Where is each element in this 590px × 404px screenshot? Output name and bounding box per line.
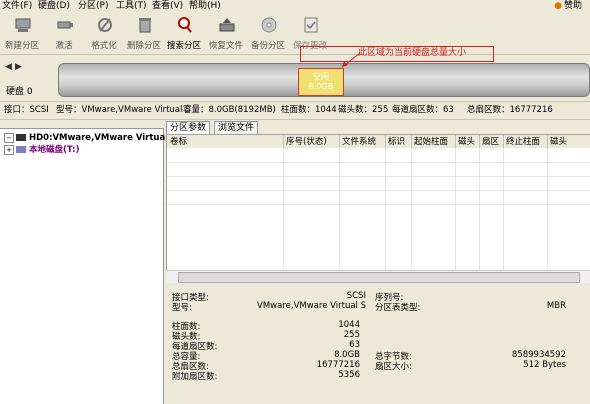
col-end-head[interactable]: 磁头 <box>547 135 590 149</box>
drive-icon <box>16 146 26 153</box>
format-button[interactable]: 格式化 <box>84 14 124 52</box>
detail-value: MBR <box>546 301 566 311</box>
detail-value: 8589934592 <box>511 350 566 360</box>
format-icon <box>98 18 112 32</box>
expand-icon[interactable]: + <box>4 144 14 155</box>
col-start-head[interactable]: 磁头 <box>455 135 480 149</box>
activate-button[interactable]: 激活 <box>44 14 84 52</box>
donate-icon: ● <box>554 1 562 11</box>
detail-value: 5356 <box>338 370 360 380</box>
disk-details-panel: 接口类型: SCSI 型号: VMware,VMware Virtual S 柱… <box>166 283 590 403</box>
tab-browse-files[interactable]: 浏览文件 <box>214 121 259 135</box>
detail-label: 分区表类型: <box>375 303 421 313</box>
detail-value: 63 <box>349 340 360 350</box>
info-capacity: 容量：8.0GB(8192MB) <box>183 105 276 115</box>
detail-value: 512 Bytes <box>523 360 566 370</box>
detail-value: 255 <box>343 330 360 340</box>
menu-help[interactable]: 帮助(H) <box>188 0 222 12</box>
search-partition-label: 搜索分区 <box>166 41 201 51</box>
collapse-icon[interactable]: − <box>4 132 14 143</box>
info-heads: 磁头数：255 <box>338 105 389 115</box>
info-interface: 接口：SCSI <box>4 105 49 115</box>
info-cylinders: 柱面数：1044 <box>281 105 337 115</box>
new-partition-label: 新建分区 <box>4 41 39 51</box>
backup-partition-label: 备份分区 <box>250 41 285 51</box>
detail-value: SCSI <box>346 291 366 301</box>
partition-name: 空闲 <box>313 72 329 81</box>
recover-files-icon <box>219 18 235 32</box>
menu-view[interactable]: 查看(V) <box>151 0 184 12</box>
search-partition-icon <box>178 17 192 33</box>
menu-file[interactable]: 文件(F) <box>1 0 33 12</box>
donate-link[interactable]: ● 赞助 <box>554 0 582 12</box>
save-changes-icon <box>304 17 318 33</box>
annotation-text: 此区域为当前硬盘总量大小 <box>358 48 467 58</box>
info-total-sectors: 总扇区数：16777216 <box>467 105 553 115</box>
col-start-sector[interactable]: 扇区 <box>479 135 504 149</box>
detail-value: 8.0GB <box>334 350 360 360</box>
format-label: 格式化 <box>91 41 117 51</box>
tree-node-local-disk[interactable]: + 本地磁盘(T:) <box>4 144 80 156</box>
col-id[interactable]: 标识 <box>385 135 412 149</box>
backup-partition-icon <box>261 17 277 33</box>
disk-info-bar: 接口：SCSI 型号：VMware,VMware Virtual S 容量：8.… <box>0 101 590 120</box>
recover-files-label: 恢复文件 <box>208 41 243 51</box>
partition-table-body <box>166 148 590 270</box>
delete-partition-label: 删除分区 <box>126 41 161 51</box>
detail-label: 扇区大小: <box>375 362 412 372</box>
detail-value: 16777216 <box>316 360 360 370</box>
partition-block[interactable]: 空闲 8.0GB <box>298 68 344 96</box>
info-model: 型号：VMware,VMware Virtual S <box>56 105 191 115</box>
disk-label: 硬盘 0 <box>6 87 33 97</box>
activate-label: 激活 <box>55 41 73 51</box>
tree-hd0-label: HD0:VMware,VMware Virtual <box>29 133 169 143</box>
tree-node-hd0[interactable]: − HD0:VMware,VMware Virtual <box>4 132 168 144</box>
partition-size: 8.0GB <box>308 82 334 91</box>
scrollbar-thumb[interactable] <box>178 272 580 283</box>
next-disk-arrow[interactable]: ▶ <box>15 62 22 72</box>
recover-files-button[interactable]: 恢复文件 <box>206 14 246 52</box>
detail-label: 附加扇区数: <box>172 372 218 382</box>
horizontal-scrollbar[interactable] <box>166 270 590 283</box>
search-partition-button[interactable]: 搜索分区 <box>164 14 204 52</box>
detail-value: 1044 <box>338 320 360 330</box>
hard-disk-icon <box>16 134 26 141</box>
info-sectors-per-track: 每道扇区数：63 <box>392 105 454 115</box>
col-end-cylinder[interactable]: 终止柱面 <box>503 135 548 149</box>
activate-icon <box>57 21 73 29</box>
delete-partition-button[interactable]: 删除分区 <box>124 14 164 52</box>
delete-partition-icon <box>139 18 151 33</box>
backup-partition-button[interactable]: 备份分区 <box>248 14 288 52</box>
toolbar: 新建分区 激活 格式化 删除分区 搜索分区 恢复文件 备份分区 保存更改 <box>0 12 590 55</box>
col-volume-label[interactable]: 卷标 <box>167 135 284 149</box>
menu-partition[interactable]: 分区(P) <box>77 0 109 12</box>
detail-label: 型号: <box>172 303 192 313</box>
prev-disk-arrow[interactable]: ◀ <box>5 62 12 72</box>
col-index-status[interactable]: 序号(状态) <box>283 135 340 149</box>
disk-map: ◀ ▶ 硬盘 0 <box>0 54 590 101</box>
donate-label: 赞助 <box>563 1 582 11</box>
col-start-cylinder[interactable]: 起始柱面 <box>411 135 456 149</box>
menu-tools[interactable]: 工具(T) <box>115 0 148 12</box>
menu-bar: 文件(F) 硬盘(D) 分区(P) 工具(T) 查看(V) 帮助(H) ● 赞助 <box>0 0 590 12</box>
col-file-system[interactable]: 文件系统 <box>339 135 386 149</box>
menu-disk[interactable]: 硬盘(D) <box>37 0 71 12</box>
new-partition-icon <box>15 18 31 32</box>
tree-local-disk-label: 本地磁盘(T:) <box>29 145 80 155</box>
detail-value: VMware,VMware Virtual S <box>257 301 366 311</box>
new-partition-button[interactable]: 新建分区 <box>2 14 42 52</box>
disk-tree: − HD0:VMware,VMware Virtual + 本地磁盘(T:) <box>0 128 168 404</box>
